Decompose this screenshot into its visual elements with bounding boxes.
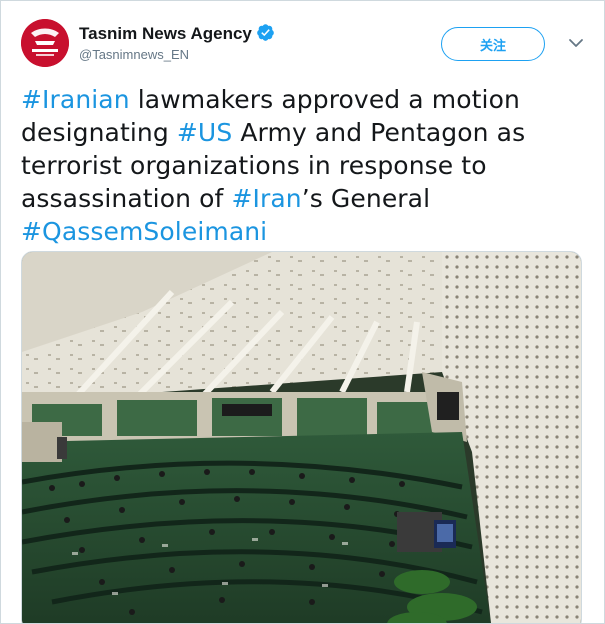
tweet-text-fragment: designating [21, 118, 177, 147]
tweet-text: #Iranian lawmakers approved a motion des… [21, 83, 586, 248]
tweet-card: Tasnim News Agency @Tasnimnews_EN 关注 #Ir… [0, 0, 605, 624]
follow-button[interactable]: 关注 [441, 27, 545, 61]
tweet-text-fragment: lawmakers approved a motion [129, 85, 520, 114]
tweet-line-1: #Iranian lawmakers approved a motion [21, 83, 586, 116]
hashtag-iran[interactable]: #Iran [231, 184, 301, 213]
tasnim-logo-icon [21, 19, 69, 67]
verified-badge-icon [257, 24, 274, 41]
hashtag-us[interactable]: #US [177, 118, 232, 147]
account-handle[interactable]: @Tasnimnews_EN [79, 47, 189, 62]
tweet-line-4: assassination of #Iran’s General [21, 182, 586, 215]
tweet-line-3: terrorist organizations in response to [21, 151, 487, 180]
display-name[interactable]: Tasnim News Agency [79, 24, 252, 43]
author-name-row[interactable]: Tasnim News Agency [79, 23, 275, 44]
tweet-text-fragment: assassination of [21, 184, 232, 213]
tweet-text-fragment: Army and Pentagon as [232, 118, 526, 147]
hashtag-iranian[interactable]: #Iranian [21, 85, 130, 114]
tweet-header: Tasnim News Agency @Tasnimnews_EN 关注 [21, 19, 584, 71]
hashtag-qassem-soleimani[interactable]: #QassemSoleimani [21, 217, 267, 246]
parliament-chamber-image [22, 252, 581, 623]
tweet-text-fragment: ’s General [301, 184, 431, 213]
tweet-line-2: designating #US Army and Pentagon as [21, 116, 586, 149]
tweet-line-5: #QassemSoleimani [21, 215, 586, 248]
chevron-down-icon[interactable] [566, 33, 586, 53]
avatar[interactable] [21, 19, 69, 67]
tweet-photo[interactable] [21, 251, 582, 623]
